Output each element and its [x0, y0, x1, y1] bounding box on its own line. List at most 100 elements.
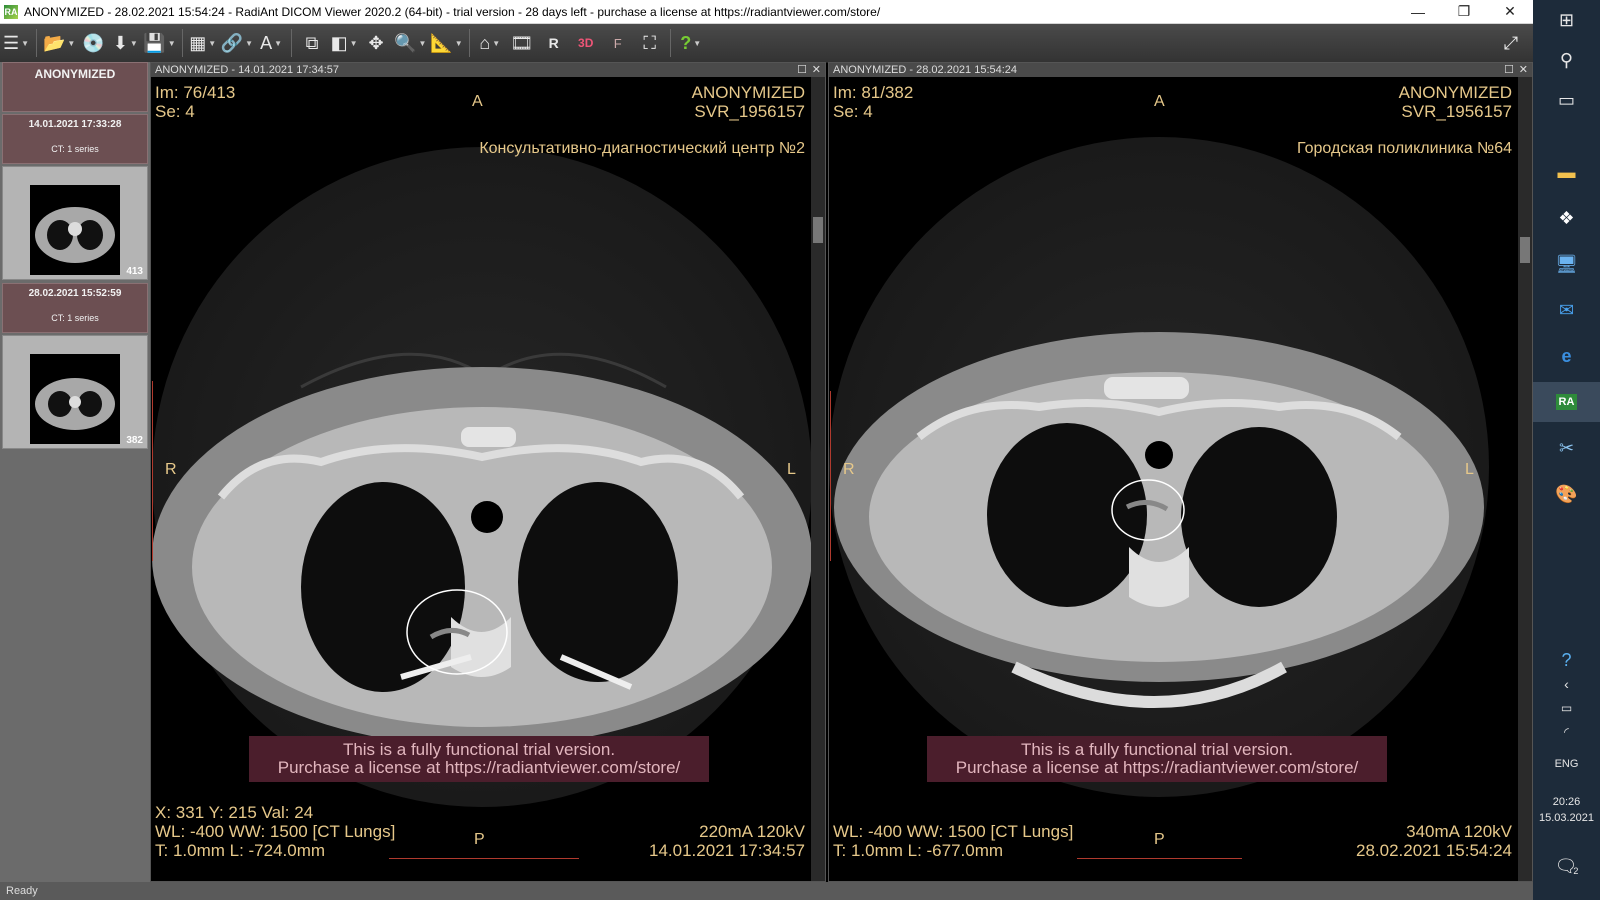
input-language[interactable]: ENG: [1533, 758, 1600, 770]
curved-mpr-button[interactable]: ⛶: [636, 28, 664, 58]
fusion-f-icon: F: [613, 35, 622, 51]
link-icon: 🔗: [220, 32, 244, 53]
maximize-viewport-button[interactable]: ☐: [1504, 63, 1514, 77]
fullscreen-button[interactable]: ⤢: [1497, 28, 1525, 58]
radiant-app-icon: RA: [1555, 394, 1578, 410]
remote-desktop-icon: 🖥: [1555, 253, 1578, 274]
help-button[interactable]: ? ▼: [677, 28, 705, 58]
chevron-down-icon: ▼: [693, 38, 702, 48]
open-cd-button[interactable]: 💿: [79, 28, 107, 58]
window-level-readout: WL: -400 WW: 1500 [CT Lungs]: [833, 822, 1074, 841]
clock-time[interactable]: 20:26: [1533, 796, 1600, 808]
taskbar-dropbox[interactable]: ❖: [1533, 198, 1600, 238]
sync-button[interactable]: 🔗 ▼: [221, 28, 253, 58]
toolbar-divider: [669, 29, 671, 57]
scrollbar-thumb[interactable]: [813, 217, 823, 243]
series-thumbnail[interactable]: 413: [2, 166, 148, 280]
zoom-button[interactable]: 🔍 ▼: [394, 28, 426, 58]
scale-ruler-horizontal: [1077, 858, 1242, 865]
reference-r-icon: R: [548, 35, 559, 51]
scrollbar-thumb[interactable]: [1520, 237, 1530, 263]
taskbar-mail[interactable]: ✉: [1533, 290, 1600, 330]
viewport-header: ANONYMIZED - 28.02.2021 15:54:24 ☐ ✕: [829, 63, 1532, 77]
save-button[interactable]: 💾 ▼: [143, 28, 175, 58]
ct-thumbnail-graphic: [35, 378, 115, 430]
study-item[interactable]: 28.02.2021 15:52:59 CT: 1 series: [2, 283, 148, 333]
restore-button[interactable]: ❐: [1441, 0, 1487, 23]
zoom-icon: 🔍: [394, 32, 417, 53]
orientation-bottom: P: [1154, 831, 1165, 848]
close-button[interactable]: ✕: [1487, 0, 1533, 23]
window-level-button[interactable]: ◧ ▼: [330, 28, 358, 58]
acquisition-datetime: 14.01.2021 17:34:57: [649, 841, 805, 860]
trial-notice: This is a fully functional trial version…: [342, 740, 616, 759]
viewport-scrollbar[interactable]: [1518, 77, 1532, 881]
annotations-button[interactable]: A ▼: [257, 28, 285, 58]
layout-button[interactable]: ▦ ▼: [189, 28, 217, 58]
image-number: Im: 81/382: [833, 83, 914, 102]
download-button[interactable]: ⬇ ▼: [111, 28, 139, 58]
pan-button[interactable]: ✥: [362, 28, 390, 58]
close-viewport-button[interactable]: ✕: [812, 63, 821, 77]
study-series-count: CT: 1 series: [51, 144, 99, 154]
viewport-right[interactable]: ANONYMIZED - 28.02.2021 15:54:24 ☐ ✕ Im:…: [828, 62, 1533, 882]
study-item[interactable]: 14.01.2021 17:33:28 CT: 1 series: [2, 114, 148, 164]
thumbnail-panel: ANONYMIZED 14.01.2021 17:33:28 CT: 1 ser…: [0, 62, 150, 882]
clock-date[interactable]: 15.03.2021: [1533, 812, 1600, 824]
open-button[interactable]: 📂 ▼: [43, 28, 75, 58]
taskbar-edge[interactable]: e: [1533, 336, 1600, 376]
maximize-viewport-button[interactable]: ☐: [797, 63, 807, 77]
image-count: 413: [126, 266, 143, 277]
viewport-left[interactable]: ANONYMIZED - 14.01.2021 17:34:57 ☐ ✕ Im:…: [150, 62, 826, 882]
battery-icon: ▭: [1560, 701, 1573, 715]
snipping-tool-icon: ✂: [1558, 437, 1575, 458]
task-view-button[interactable]: ▭: [1533, 80, 1600, 120]
series-button[interactable]: ⧉: [298, 28, 326, 58]
taskbar-remote-desktop[interactable]: 🖥: [1533, 244, 1600, 284]
patient-id-overlay: SVR_1956157: [694, 102, 805, 121]
menu-button[interactable]: ☰ ▼: [2, 28, 30, 58]
mpr-button[interactable]: ⌂ ▼: [476, 28, 504, 58]
show-hidden-icons-button[interactable]: ‹: [1533, 672, 1600, 696]
toolbar-divider: [291, 29, 293, 57]
start-button[interactable]: ⊞: [1533, 0, 1600, 40]
curved-mpr-icon: ⛶: [643, 32, 657, 53]
toolbar-divider: [36, 29, 37, 57]
cine-button[interactable]: 🎞: [508, 28, 536, 58]
trial-watermark: This is a fully functional trial version…: [927, 736, 1387, 782]
mail-icon: ✉: [1558, 299, 1575, 320]
taskbar-radiant[interactable]: RA: [1533, 382, 1600, 422]
orientation-bottom: P: [474, 831, 485, 848]
taskbar-snipping-tool[interactable]: ✂: [1533, 428, 1600, 468]
tray-network[interactable]: ◜: [1533, 720, 1600, 744]
orientation-right: L: [787, 461, 796, 478]
series-thumbnail[interactable]: 382: [2, 335, 148, 449]
trial-watermark: This is a fully functional trial version…: [249, 736, 709, 782]
measure-button[interactable]: 📐 ▼: [430, 28, 462, 58]
status-text: Ready: [6, 885, 38, 897]
institution-overlay: Консультативно-диагностический центр №2: [479, 140, 805, 157]
orientation-top: A: [472, 93, 483, 110]
chevron-down-icon: ▼: [67, 38, 76, 48]
image-count: 382: [126, 435, 143, 446]
chevron-down-icon: ▼: [208, 38, 217, 48]
close-viewport-button[interactable]: ✕: [1519, 63, 1528, 77]
tray-battery[interactable]: ▭: [1533, 696, 1600, 720]
scale-ruler-horizontal: [389, 858, 579, 865]
fusion-button[interactable]: F: [604, 28, 632, 58]
exposure-readout: 220mA 120kV: [699, 822, 805, 841]
taskbar-file-explorer[interactable]: ▬: [1533, 152, 1600, 192]
wifi-icon: ◜: [1564, 725, 1569, 739]
minimize-button[interactable]: —: [1395, 0, 1441, 23]
taskbar-paint[interactable]: 🎨: [1533, 474, 1600, 514]
viewport-scrollbar[interactable]: [811, 77, 825, 881]
slice-thickness-readout: T: 1.0mm L: -724.0mm: [155, 841, 326, 860]
action-center-button[interactable]: 🗨 2: [1533, 846, 1600, 886]
menu-icon: ☰: [2, 32, 20, 53]
ct-thumbnail-image: [30, 185, 120, 275]
3d-button[interactable]: 3D: [572, 28, 600, 58]
text-annotation-icon: A: [260, 32, 273, 53]
reference-button[interactable]: R: [540, 28, 568, 58]
toolbar-divider: [181, 29, 183, 57]
search-button[interactable]: ⚲: [1533, 40, 1600, 80]
